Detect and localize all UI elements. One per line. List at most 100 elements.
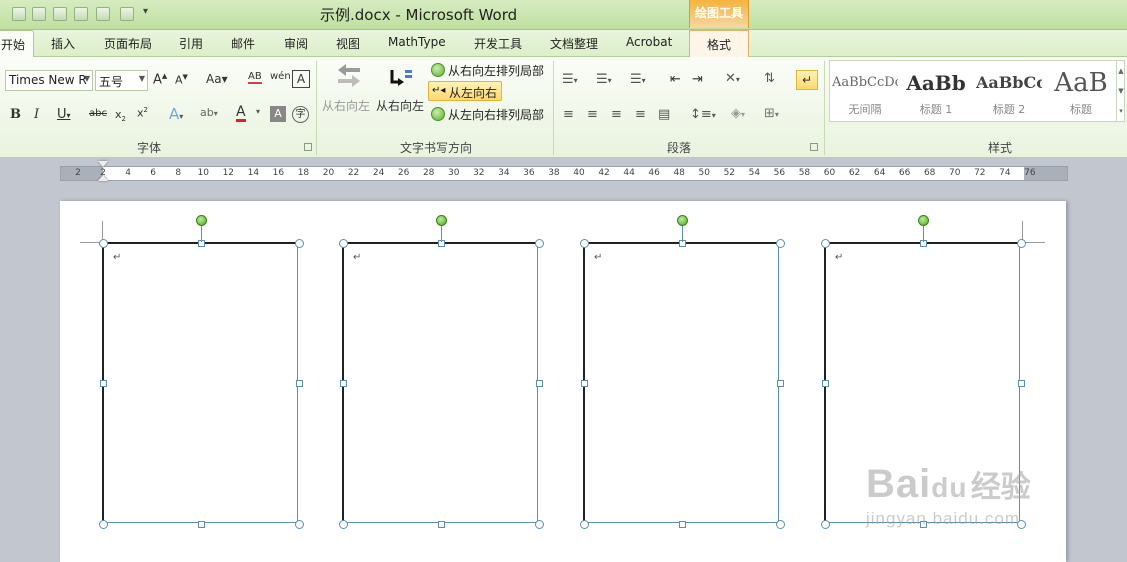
redo-icon[interactable] [120, 7, 134, 21]
undo-icon[interactable] [12, 7, 26, 21]
corner-resize-handle[interactable] [775, 238, 785, 248]
style-no-spacing[interactable]: AaBbCcDc 无间隔 [832, 65, 898, 127]
borders-icon[interactable]: ⊞▾ [764, 106, 779, 121]
rotation-handle[interactable] [677, 215, 688, 226]
rotation-handle[interactable] [918, 215, 929, 226]
corner-resize-handle[interactable] [579, 519, 589, 529]
tab-page-layout[interactable]: 页面布局 [104, 35, 152, 52]
text-box-frame[interactable]: ↵ [342, 242, 538, 523]
rtl-partial-option[interactable]: 从右向左排列局部 [428, 60, 550, 80]
show-marks-icon[interactable]: ↵ [796, 70, 818, 90]
align-left-icon[interactable]: ≡ [563, 107, 574, 122]
tab-insert[interactable]: 插入 [51, 35, 75, 52]
ltr-partial-option[interactable]: 从左向右排列局部 [428, 104, 550, 124]
asian-layout-icon[interactable]: ✕▾ [725, 71, 740, 86]
font-dialog-launcher-icon[interactable] [304, 143, 312, 151]
sort-icon[interactable]: ⇅ [764, 71, 775, 86]
style-heading-2[interactable]: AaBbCc 标题 2 [976, 65, 1042, 127]
gallery-scroll-icon[interactable]: ▲ ▼ ▾ [1116, 61, 1125, 121]
corner-resize-handle[interactable] [1016, 238, 1026, 248]
text-effects-icon[interactable]: A▾ [169, 105, 183, 123]
document-page[interactable]: ↵ ↵ ↵ ↵ [60, 201, 1066, 562]
enclose-characters-icon[interactable]: 字 [292, 106, 309, 123]
style-heading-1[interactable]: AaBb 标题 1 [903, 65, 969, 127]
side-resize-handle[interactable] [580, 380, 588, 387]
corner-resize-handle[interactable] [338, 238, 348, 248]
customize-qat-icon[interactable]: ▾ [143, 6, 148, 17]
highlight-icon[interactable]: ab▾ [200, 106, 218, 119]
font-name-combo[interactable]: Times New R ▼ [5, 70, 93, 91]
corner-resize-handle[interactable] [534, 238, 544, 248]
italic-icon[interactable]: I [34, 107, 39, 122]
corner-resize-handle[interactable] [775, 519, 785, 529]
bold-icon[interactable]: B [10, 107, 21, 122]
print-icon[interactable] [32, 7, 46, 21]
align-right-icon[interactable]: ≡ [611, 107, 622, 122]
corner-resize-handle[interactable] [820, 238, 830, 248]
side-resize-handle[interactable] [535, 380, 543, 387]
align-center-icon[interactable]: ≡ [587, 107, 598, 122]
shading-icon[interactable]: ◈▾ [731, 106, 745, 121]
rotation-handle[interactable] [196, 215, 207, 226]
side-resize-handle[interactable] [1017, 380, 1025, 387]
tab-document-tidy[interactable]: 文档整理 [550, 35, 598, 52]
corner-resize-handle[interactable] [820, 519, 830, 529]
tab-acrobat[interactable]: Acrobat [626, 35, 672, 49]
character-shading-icon[interactable]: A [270, 106, 286, 122]
corner-resize-handle[interactable] [534, 519, 544, 529]
side-resize-handle[interactable] [295, 380, 303, 387]
ltr-option[interactable]: ↵◂ 从左向右 [428, 81, 502, 101]
tab-developer[interactable]: 开发工具 [474, 35, 522, 52]
corner-resize-handle[interactable] [338, 519, 348, 529]
character-border-icon[interactable]: A [292, 70, 310, 88]
font-color-icon[interactable]: A [236, 105, 246, 122]
font-size-combo[interactable]: 五号 ▼ [95, 70, 148, 91]
bullets-icon[interactable]: ☰▾ [562, 72, 578, 87]
tab-references[interactable]: 引用 [179, 35, 203, 52]
grow-font-icon[interactable]: A▲ [153, 72, 167, 87]
paragraph-dialog-launcher-icon[interactable] [810, 143, 818, 151]
sort-icon[interactable] [96, 7, 110, 21]
tab-mailings[interactable]: 邮件 [231, 35, 255, 52]
corner-resize-handle[interactable] [98, 519, 108, 529]
corner-resize-handle[interactable] [98, 238, 108, 248]
side-resize-handle[interactable] [437, 520, 445, 528]
corner-resize-handle[interactable] [294, 238, 304, 248]
distributed-icon[interactable]: ▤ [658, 107, 670, 122]
increase-indent-icon[interactable]: ⇥ [692, 72, 703, 87]
side-resize-handle[interactable] [821, 380, 829, 387]
chevron-down-icon[interactable]: ▾ [256, 107, 260, 116]
rotation-handle[interactable] [436, 215, 447, 226]
subscript-icon[interactable]: x2 [115, 108, 126, 123]
indent-marker-icon[interactable] [98, 161, 108, 185]
side-resize-handle[interactable] [197, 520, 205, 528]
change-case-icon[interactable]: Aa▾ [206, 72, 228, 86]
save-icon[interactable] [74, 7, 88, 21]
line-spacing-icon[interactable]: ↕≡▾ [690, 107, 716, 122]
rtl-button-label[interactable]: 从右向左 [376, 97, 424, 114]
numbering-icon[interactable]: ☰▾ [596, 72, 612, 87]
tab-review[interactable]: 审阅 [284, 35, 308, 52]
tab-view[interactable]: 视图 [336, 35, 360, 52]
tab-mathtype[interactable]: MathType [388, 35, 446, 49]
shrink-font-icon[interactable]: A▼ [175, 73, 188, 87]
text-box-frame[interactable]: ↵ [102, 242, 298, 523]
text-box-frame[interactable]: ↵ [583, 242, 779, 523]
side-resize-handle[interactable] [339, 380, 347, 387]
side-resize-handle[interactable] [99, 380, 107, 387]
multilevel-list-icon[interactable]: ☰▾ [630, 72, 646, 87]
horizontal-ruler[interactable]: 2 2 4 6 8 10 12 14 16 18 20 22 24 26 28 30 32 34 36 38 40 42 4… [60, 161, 1068, 181]
tab-format[interactable]: 格式 [689, 30, 749, 58]
clear-format-icon[interactable]: AB [248, 71, 262, 84]
superscript-icon[interactable]: x2 [137, 106, 148, 120]
side-resize-handle[interactable] [776, 380, 784, 387]
underline-icon[interactable]: U▾ [57, 107, 71, 122]
corner-resize-handle[interactable] [579, 238, 589, 248]
style-title[interactable]: AaB 标题 [1048, 65, 1114, 127]
tab-home[interactable]: 开始 [0, 30, 35, 58]
side-resize-handle[interactable] [678, 520, 686, 528]
strikethrough-icon[interactable]: abc [89, 108, 107, 119]
decrease-indent-icon[interactable]: ⇤ [670, 72, 681, 87]
phonetic-guide-icon[interactable]: wén [270, 71, 291, 82]
corner-resize-handle[interactable] [294, 519, 304, 529]
